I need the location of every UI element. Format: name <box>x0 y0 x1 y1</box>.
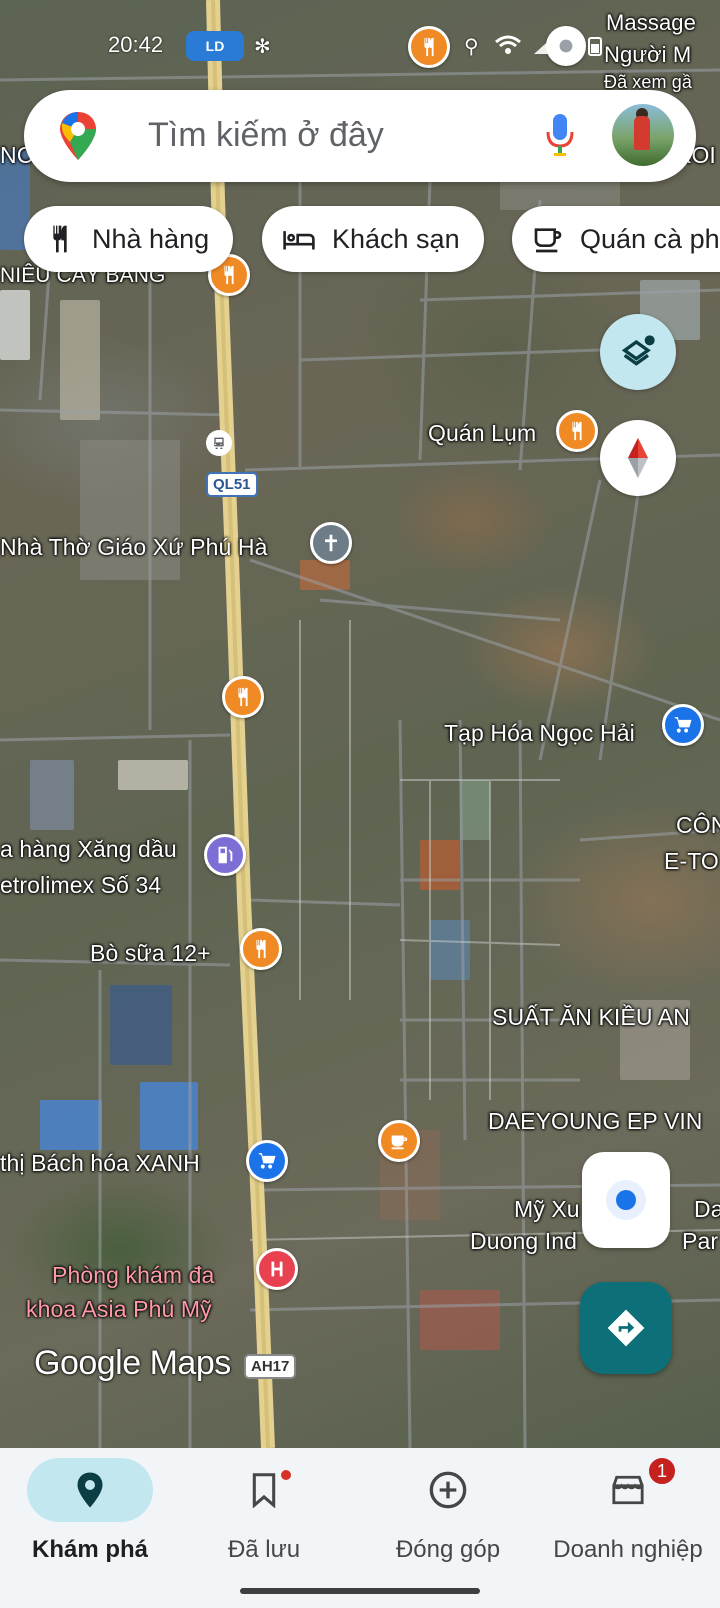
restaurant-marker[interactable] <box>556 410 598 452</box>
location-icon: ⚲ <box>464 36 479 58</box>
place-label[interactable]: Da <box>694 1196 720 1223</box>
nav-saved[interactable]: Đã lưu <box>174 1458 354 1578</box>
chip-label: Khách sạn <box>332 223 460 254</box>
coffee-icon <box>534 228 562 253</box>
explore-pin-icon <box>77 1472 103 1508</box>
nav-label: Đóng góp <box>395 1536 501 1563</box>
google-maps-pin-icon <box>60 112 96 160</box>
google-maps-logo: Google Maps <box>34 1344 231 1382</box>
bus-stop-icon[interactable] <box>206 430 232 456</box>
microphone-icon[interactable] <box>546 112 574 158</box>
my-location-button[interactable] <box>582 1152 670 1248</box>
chip-restaurants[interactable]: Nhà hàng <box>24 206 234 272</box>
gas-station-marker[interactable] <box>204 834 246 876</box>
nav-label: Doanh nghiệp <box>553 1536 703 1563</box>
restaurant-marker[interactable] <box>240 928 282 970</box>
place-label[interactable]: khoa Asia Phú Mỹ <box>26 1296 212 1323</box>
nav-contribute[interactable]: Đóng góp <box>358 1458 538 1578</box>
restaurant-icon <box>53 225 67 253</box>
wifi-icon <box>495 35 521 54</box>
place-label[interactable]: a hàng Xăng dầu <box>0 836 177 863</box>
highway-shield-ah17: AH17 <box>244 1354 297 1379</box>
fork-knife-icon <box>238 687 248 707</box>
my-location-icon <box>606 1180 646 1220</box>
signal-icon <box>534 36 554 54</box>
place-label[interactable]: E-TO <box>664 848 719 875</box>
place-label[interactable]: SUẤT ĂN KIỀU AN <box>492 1004 690 1031</box>
shopping-marker[interactable] <box>246 1140 288 1182</box>
place-label[interactable]: DAEYOUNG EP VIN <box>488 1108 703 1135</box>
place-label[interactable]: Duong Ind <box>470 1228 577 1255</box>
notification-badge: LD <box>186 31 244 61</box>
fork-knife-icon <box>224 265 234 285</box>
highway-shield-ql51: QL51 <box>206 472 258 497</box>
bookmark-icon <box>252 1473 276 1508</box>
place-label[interactable]: Mỹ Xu <box>514 1196 580 1223</box>
compass-button[interactable] <box>600 420 676 496</box>
hospital-marker[interactable] <box>256 1248 298 1290</box>
status-bar: 20:42 LD ✻ ⚲ <box>0 28 720 64</box>
home-indicator[interactable] <box>240 1588 480 1594</box>
notification-count-badge: 1 <box>647 1456 677 1486</box>
status-time: 20:42 <box>108 32 164 57</box>
shopping-marker[interactable] <box>662 704 704 746</box>
add-circle-icon <box>429 1471 467 1509</box>
shopping-cart-icon <box>674 717 692 733</box>
place-label[interactable]: Par <box>682 1228 718 1255</box>
nav-label: Khám phá <box>31 1536 148 1563</box>
layers-icon <box>621 335 655 366</box>
place-label[interactable]: CÔN <box>676 812 720 839</box>
place-label[interactable]: Nhà Thờ Giáo Xứ Phú Hà <box>0 534 268 561</box>
nav-business[interactable]: 1 Doanh nghiệp <box>538 1456 718 1578</box>
chip-hotels[interactable]: Khách sạn <box>262 206 484 272</box>
storefront-icon <box>612 1475 644 1505</box>
coffee-cup-icon <box>391 1135 408 1150</box>
place-label[interactable]: thị Bách hóa XANH <box>0 1150 200 1177</box>
place-label[interactable]: etrolimex Số 34 <box>0 872 161 899</box>
search-bar[interactable]: Tìm kiếm ở đây <box>24 90 696 182</box>
restaurant-marker[interactable] <box>222 676 264 718</box>
hotel-icon <box>283 231 315 250</box>
chip-label: Quán cà phê <box>580 223 720 254</box>
church-marker[interactable] <box>310 522 352 564</box>
hospital-h-icon <box>271 1261 283 1277</box>
unread-dot <box>281 1470 291 1480</box>
directions-icon <box>607 1309 645 1347</box>
place-label[interactable]: Quán Lụm <box>428 420 536 447</box>
fan-icon: ✻ <box>254 36 271 58</box>
bottom-navigation: Khám phá Đã lưu Đóng góp 1 Doanh nghiệp <box>0 1448 720 1608</box>
cross-icon <box>325 534 337 552</box>
layers-button[interactable] <box>600 314 676 390</box>
compass-icon <box>627 437 649 479</box>
place-label[interactable]: Tạp Hóa Ngọc Hải <box>444 720 635 747</box>
place-label[interactable]: Bò sữa 12+ <box>90 940 211 967</box>
chip-coffee[interactable]: Quán cà phê <box>512 206 720 272</box>
profile-avatar[interactable] <box>612 104 674 166</box>
nav-explore[interactable]: Khám phá <box>0 1458 180 1578</box>
fork-knife-icon <box>256 939 266 959</box>
chip-label: Nhà hàng <box>92 223 210 254</box>
place-label[interactable]: Phòng khám đa <box>52 1262 214 1289</box>
cafe-marker[interactable] <box>378 1120 420 1162</box>
shopping-cart-icon <box>258 1153 276 1169</box>
google-maps-screen: QL51 AH17 Massage Người M Đã xem gầ NC K… <box>0 0 720 1608</box>
nav-label: Đã lưu <box>227 1536 301 1563</box>
fork-knife-icon <box>572 421 582 441</box>
battery-icon <box>588 37 602 56</box>
directions-button[interactable] <box>580 1282 672 1374</box>
search-placeholder[interactable]: Tìm kiếm ở đây <box>148 116 384 155</box>
gas-pump-icon <box>218 846 233 864</box>
